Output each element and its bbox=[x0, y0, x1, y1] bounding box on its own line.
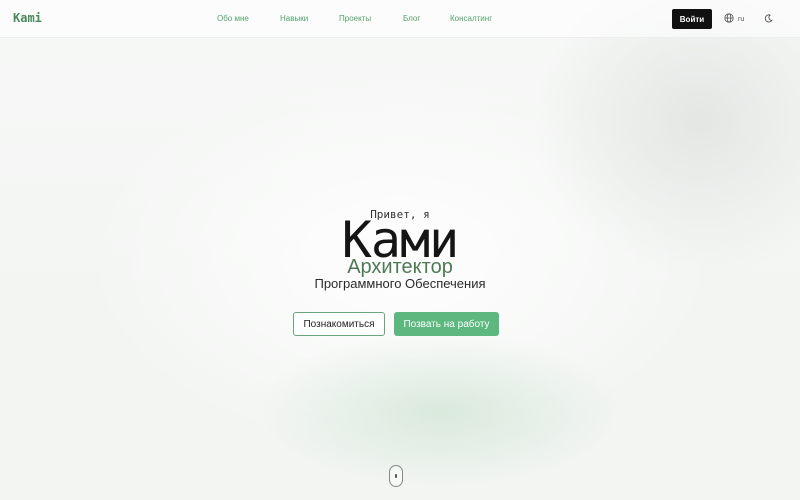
hero-role: Архитектор bbox=[347, 256, 453, 278]
globe-icon bbox=[724, 13, 734, 25]
site-logo[interactable]: Kami bbox=[13, 11, 42, 25]
get-acquainted-button[interactable]: Познакомиться bbox=[293, 312, 385, 336]
nav-link-about[interactable]: Обо мне bbox=[217, 14, 249, 23]
nav-link-blog[interactable]: Блог bbox=[403, 14, 420, 23]
nav-link-projects[interactable]: Проекты bbox=[339, 14, 371, 23]
moon-icon bbox=[764, 10, 773, 28]
hero-role-subtitle: Программного Обеспечения bbox=[314, 276, 486, 291]
hero-section: Привет, я Kaми Архитектор Программного О… bbox=[0, 0, 800, 500]
hire-me-button[interactable]: Позвать на работу bbox=[394, 312, 499, 336]
language-switcher[interactable]: ru bbox=[724, 13, 744, 25]
nav-link-skills[interactable]: Навыки bbox=[280, 14, 308, 23]
scroll-wheel-icon bbox=[395, 474, 397, 478]
theme-toggle[interactable] bbox=[762, 13, 774, 25]
language-code: ru bbox=[738, 15, 745, 23]
login-button[interactable]: Войти bbox=[672, 9, 712, 29]
top-navbar: Kami Обо мне Навыки Проекты Блог Консалт… bbox=[0, 0, 800, 38]
scroll-down-indicator[interactable] bbox=[389, 465, 403, 487]
nav-link-consulting[interactable]: Консалтинг bbox=[450, 14, 492, 23]
